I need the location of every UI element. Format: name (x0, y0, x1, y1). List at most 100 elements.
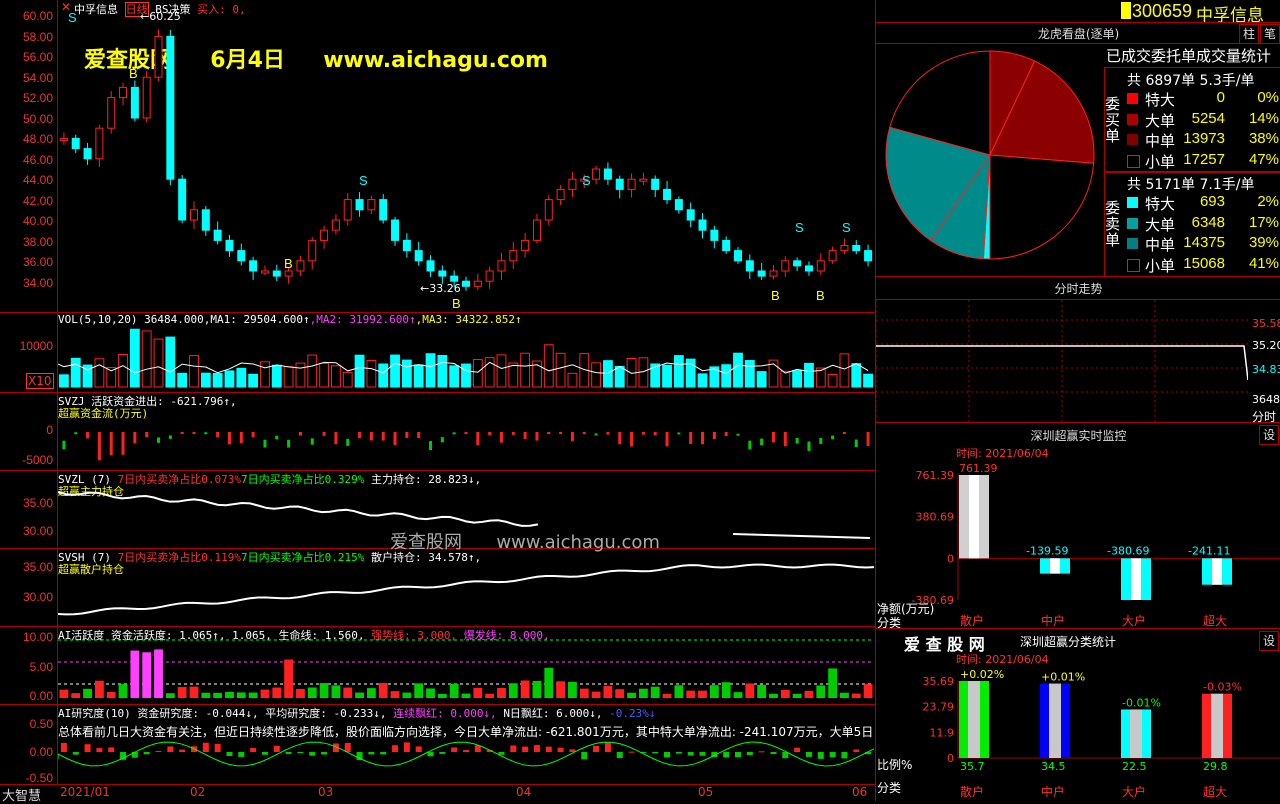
candle-body (154, 35, 163, 78)
research-bar (545, 746, 552, 752)
fund-flow-bar (783, 432, 787, 447)
candle-body (473, 280, 482, 287)
monitor-settings-button[interactable]: 设 (1259, 425, 1279, 445)
monitor-bar-chart: 761.39380.690-380.69761.39散户-139.59中户-38… (912, 462, 1280, 627)
order-count: 0 (1216, 89, 1225, 106)
research-bar (179, 749, 186, 752)
ai-activity-panel[interactable]: 10.00 5.00 0.00 AI活跃度 资金活跃度: 1.065↑, 1.0… (0, 626, 875, 705)
candle-body (485, 270, 494, 282)
volume-bar (851, 363, 862, 388)
activity-bar (709, 685, 719, 698)
class-bar-highlight (1211, 693, 1223, 758)
fund-flow-bar (842, 432, 846, 434)
svsh-panel[interactable]: 35.00 30.00 SVSH (7) 7日内买卖净占比0.119%7日内买卖… (0, 548, 875, 627)
order-name: 特大 (1145, 92, 1176, 109)
research-bar (321, 752, 328, 755)
class-y-tick: 35.69 (923, 675, 955, 688)
activity-bar (437, 693, 447, 698)
monitor-y-tick: 380.69 (916, 511, 955, 524)
pie-slice (989, 154, 1095, 260)
activity-bar (213, 692, 223, 698)
note-button[interactable]: 笔 (1260, 24, 1280, 44)
svzj-panel[interactable]: 0 -5000 SVZJ 活跃资金进出: -621.796↑, 超赢资金流(万元… (0, 392, 875, 471)
fund-flow-bar (547, 432, 551, 434)
fund-flow-bar (665, 432, 669, 447)
svzl-panel[interactable]: 35.00 30.00 SVZL (7) 7日内买卖净占比0.073%7日内买卖… (0, 470, 875, 553)
class-settings-button[interactable]: 设 (1259, 631, 1279, 651)
buy-summary: 共 6897单 5.3手/单 (1127, 73, 1255, 89)
research-bar (344, 743, 351, 752)
dragon-panel[interactable]: 龙虎看盘(逐单) 柱 笔 已成交委托单成交量统计 委买单 共 6897单 5.3… (875, 22, 1280, 277)
fund-flow-bar (168, 435, 172, 439)
x-axis-label: 05 (698, 785, 714, 799)
intraday-panel[interactable]: 分时走势 35.58 35.20 34.83 36484 分时 (875, 276, 1280, 424)
research-axis: 0.50 0.00 -0.50 (0, 704, 58, 785)
class-bar-bottom-label: 34.5 (1041, 760, 1066, 773)
candle-body (497, 260, 506, 272)
fund-flow-bar (511, 432, 515, 435)
volume-bar (780, 370, 791, 388)
volume-bar (792, 370, 803, 388)
fund-flow-bar (748, 440, 752, 450)
activity-bar (414, 683, 424, 698)
research-bar (510, 745, 517, 752)
candle-body (59, 137, 68, 141)
ai-research-panel[interactable]: 0.50 0.00 -0.50 AI研究度(10) 资金研究度: -0.044↓… (0, 704, 875, 785)
fund-flow-bar (630, 432, 634, 447)
realtime-monitor-panel[interactable]: 深圳超赢实时监控 设 时间: 2021/06/04 761.39 380.69 0-… (875, 422, 1280, 630)
volume-bar (307, 354, 318, 388)
dragon-title: 龙虎看盘(逐单) (1037, 27, 1120, 41)
intraday-tick-2: 34.83 (1252, 363, 1280, 376)
class-stats-panel[interactable]: 爱 查 股 网 深圳超赢分类统计 设 时间: 2021/06/04 35.69 2… (875, 628, 1280, 801)
fund-flow-bar (535, 432, 539, 441)
order-row: 小单 15068 41% (1123, 254, 1280, 275)
volume-bar (153, 338, 164, 388)
fund-flow-bar (74, 432, 78, 435)
research-bar (687, 752, 694, 756)
fund-flow-bar (109, 432, 113, 456)
pin-button[interactable]: 柱 (1239, 24, 1259, 44)
order-name: 中单 (1145, 237, 1176, 254)
price-tick: 38.00 (22, 234, 53, 249)
research-tick-2: -0.50 (25, 771, 53, 785)
fund-flow-bar (251, 432, 255, 438)
ai-tick-1: 5.00 (29, 660, 53, 674)
fund-flow-bar (594, 433, 598, 436)
order-name: 中单 (1145, 133, 1176, 150)
order-row: 特大 693 2% (1123, 192, 1280, 213)
volume-bar (555, 352, 566, 388)
svzl-tick-1: 30.00 (22, 524, 53, 538)
candle-body (544, 199, 553, 221)
activity-bar (851, 693, 861, 698)
research-bar (675, 752, 682, 754)
fund-flow-bar (677, 432, 681, 435)
activity-bar (378, 683, 388, 698)
volume-panel[interactable]: 10000 X10 VOL(5,10,20) 36484.000,MA1: 29… (0, 312, 875, 393)
activity-bar (591, 691, 601, 698)
ai-tick-2: 0.00 (29, 689, 53, 703)
main-candle-panel[interactable]: 60.00 58.00 56.00 54.00 52.00 50.00 48.00 46.00… (0, 0, 875, 313)
candle-body (320, 229, 329, 241)
candle-body (426, 260, 435, 272)
volume-bar (437, 355, 448, 388)
order-pct: 14% (1248, 109, 1279, 127)
volume-bar (59, 374, 69, 388)
candle-body (343, 199, 352, 221)
candle-body (532, 219, 541, 241)
research-bar (817, 752, 824, 759)
research-bar (415, 746, 422, 752)
activity-bar (650, 686, 660, 698)
svsh-axis: 35.00 30.00 (0, 548, 58, 626)
volume-bar (461, 363, 471, 388)
stock-header: 300659 中孚信息 (875, 0, 1280, 26)
fund-flow-bar (405, 432, 409, 438)
candle-body (828, 250, 837, 262)
activity-bar (248, 692, 258, 698)
ai-axis: 10.00 5.00 0.00 (0, 626, 58, 704)
activity-bar (154, 649, 163, 698)
class-bar-chart: 35.69 23.79 11.9 0 +0.02% 35.7 散户 +0.01% 34.5 中户 -… (923, 668, 1280, 799)
candle-body (438, 270, 447, 277)
svzj-tick-1: -5000 (22, 453, 53, 467)
monitor-bar-label: 761.39 (959, 462, 998, 475)
research-bar (368, 752, 375, 755)
